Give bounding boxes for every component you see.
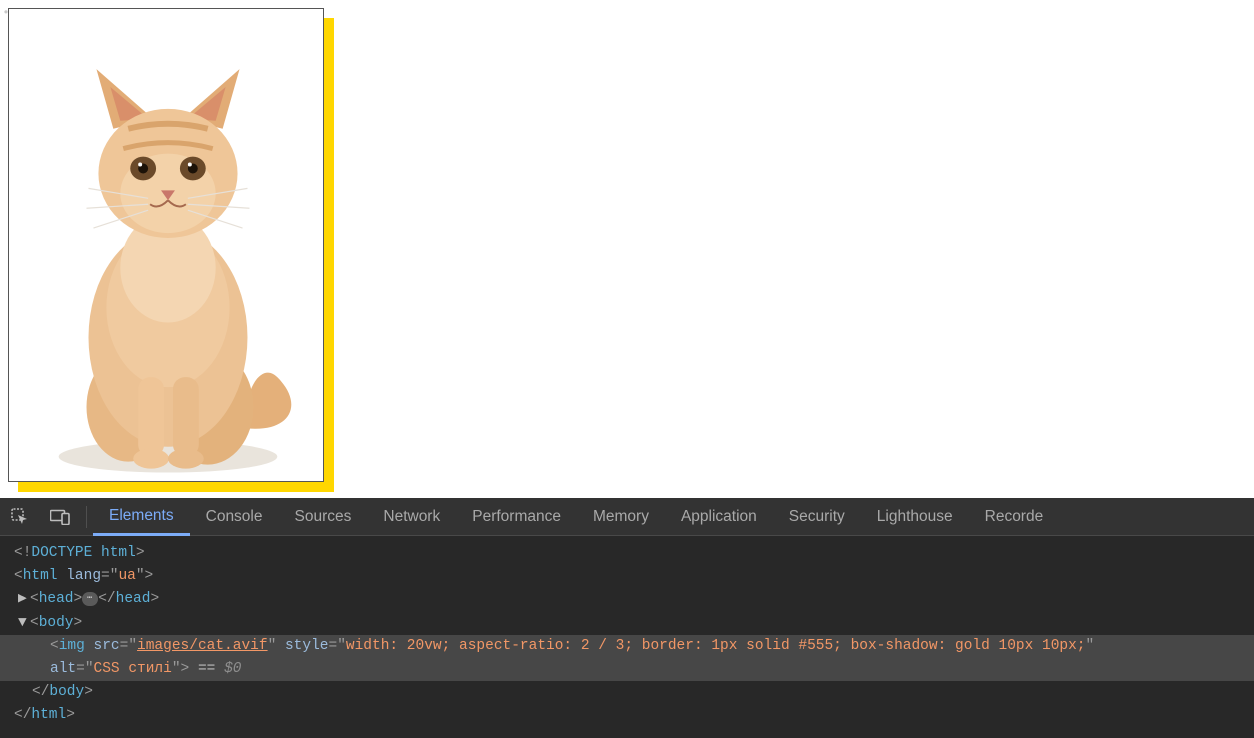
devtools-panel: Elements Console Sources Network Perform… <box>0 498 1254 738</box>
dom-img-selected[interactable]: ••• <img src="images/cat.avif" style="wi… <box>0 635 1254 681</box>
tab-elements[interactable]: Elements <box>93 498 190 536</box>
dom-body-open[interactable]: ▼<body> <box>14 612 1254 635</box>
tab-network[interactable]: Network <box>367 498 456 536</box>
dom-html-close[interactable]: </html> <box>14 704 1254 727</box>
dom-body-close[interactable]: </body> <box>14 681 1254 704</box>
inspect-element-icon[interactable] <box>0 498 40 536</box>
tab-security[interactable]: Security <box>773 498 861 536</box>
tab-console[interactable]: Console <box>190 498 279 536</box>
expand-arrow-icon[interactable]: ▶ <box>18 588 30 611</box>
dom-doctype[interactable]: <!DOCTYPE html> <box>14 542 1254 565</box>
tabbar-separator <box>86 506 87 528</box>
elements-dom-tree[interactable]: <!DOCTYPE html> <html lang="ua"> ▶<head>… <box>0 536 1254 738</box>
device-toolbar-icon[interactable] <box>40 498 80 536</box>
tab-lighthouse[interactable]: Lighthouse <box>861 498 969 536</box>
tab-recorder[interactable]: Recorde <box>969 498 1060 536</box>
rendered-cat-image <box>8 8 324 482</box>
tab-sources[interactable]: Sources <box>279 498 368 536</box>
dom-html-open[interactable]: <html lang="ua"> <box>14 565 1254 588</box>
dom-head[interactable]: ▶<head>⋯</head> <box>14 588 1254 611</box>
tab-application[interactable]: Application <box>665 498 773 536</box>
tab-performance[interactable]: Performance <box>456 498 577 536</box>
devtools-tabbar: Elements Console Sources Network Perform… <box>0 498 1254 536</box>
tab-memory[interactable]: Memory <box>577 498 665 536</box>
collapse-arrow-icon[interactable]: ▼ <box>18 612 30 635</box>
ellipsis-icon[interactable]: ⋯ <box>82 592 98 606</box>
page-viewport <box>0 0 1254 498</box>
